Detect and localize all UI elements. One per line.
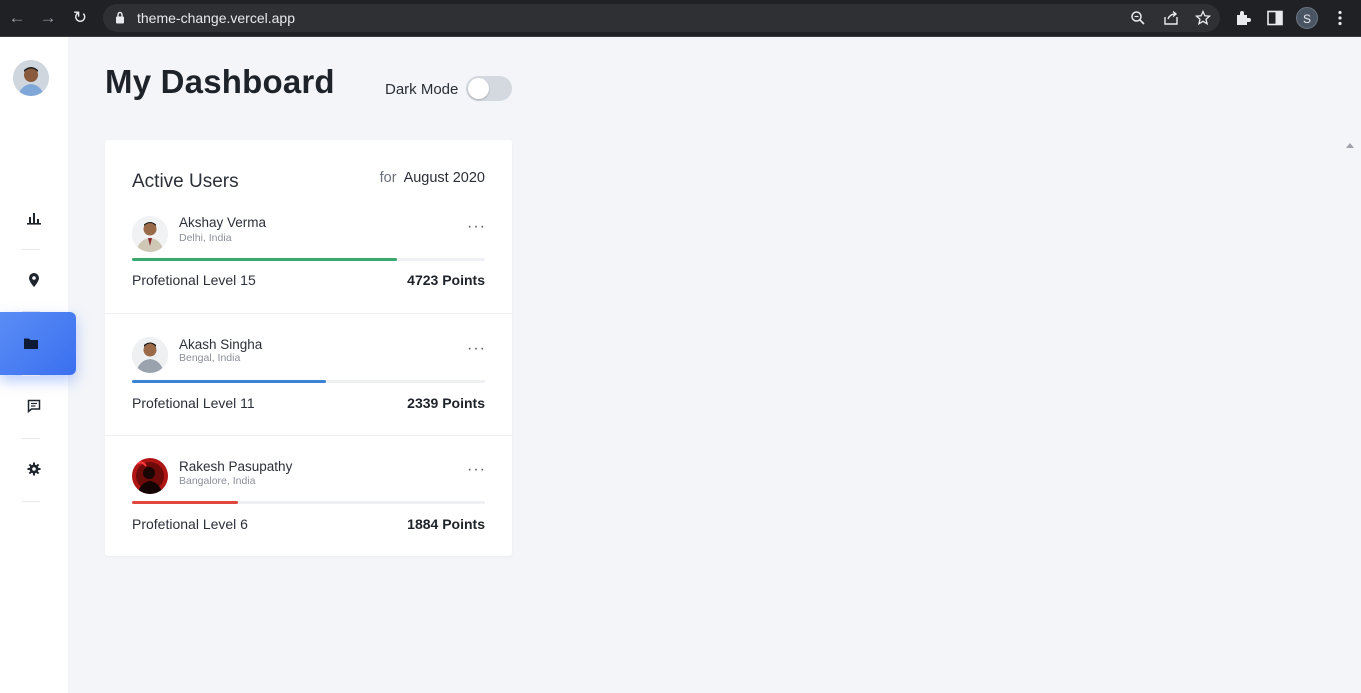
sidebar-divider <box>22 375 40 376</box>
side-panel-icon[interactable] <box>1266 9 1284 27</box>
gear-icon <box>27 462 41 476</box>
dark-mode-label: Dark Mode <box>385 81 459 98</box>
more-options-icon[interactable]: ··· <box>467 340 486 358</box>
sidebar-divider <box>22 249 40 250</box>
url-text: theme-change.vercel.app <box>137 10 295 26</box>
more-options-icon[interactable]: ··· <box>467 218 486 236</box>
user-row: Akshay Verma Delhi, India ··· Profetiona… <box>105 192 512 314</box>
active-users-card: Active Users for August 2020 Akshay Verma… <box>105 140 512 556</box>
sidebar-divider <box>22 501 40 502</box>
sidebar-item-settings[interactable] <box>0 449 68 489</box>
progress-fill <box>132 501 238 504</box>
star-icon[interactable] <box>1195 10 1211 26</box>
user-points: 2339 Points <box>407 395 485 411</box>
progress-bar <box>132 501 485 504</box>
more-options-icon[interactable]: ··· <box>467 461 486 479</box>
sidebar-item-files[interactable] <box>0 312 76 375</box>
profile-avatar[interactable]: S <box>1296 7 1318 29</box>
sidebar-item-location[interactable] <box>0 260 68 300</box>
progress-fill <box>132 380 327 383</box>
user-points: 1884 Points <box>407 516 485 532</box>
reload-icon[interactable]: ↻ <box>71 9 89 27</box>
user-avatar <box>132 216 168 252</box>
back-icon[interactable]: ← <box>8 9 26 27</box>
progress-bar <box>132 380 485 383</box>
user-avatar <box>132 337 168 373</box>
card-title: Active Users <box>132 171 239 192</box>
browser-toolbar: ← → ↻ theme-change.vercel.app S <box>0 0 1361 37</box>
user-name: Akshay Verma <box>179 215 267 230</box>
progress-bar <box>132 258 485 261</box>
user-name: Rakesh Pasupathy <box>179 459 293 474</box>
folder-icon <box>24 338 38 349</box>
user-avatar <box>132 458 168 494</box>
sidebar-item-messages[interactable] <box>0 386 68 426</box>
location-pin-icon <box>29 273 39 287</box>
user-location: Bangalore, India <box>179 475 256 487</box>
user-level: Profetional Level 6 <box>132 516 248 532</box>
sidebar-item-stats[interactable] <box>0 198 68 238</box>
forward-icon[interactable]: → <box>39 9 57 27</box>
chat-icon <box>27 399 41 413</box>
user-name: Akash Singha <box>179 337 263 352</box>
user-row: Rakesh Pasupathy Bangalore, India ··· Pr… <box>105 435 512 557</box>
address-bar[interactable]: theme-change.vercel.app <box>103 4 1220 32</box>
sidebar <box>0 37 76 693</box>
sidebar-divider <box>22 438 40 439</box>
share-icon[interactable] <box>1163 10 1179 26</box>
user-location: Delhi, India <box>179 232 232 244</box>
zoom-icon[interactable] <box>1130 10 1146 26</box>
chart-icon <box>27 213 41 225</box>
user-points: 4723 Points <box>407 272 485 288</box>
user-level: Profetional Level 11 <box>132 395 255 411</box>
toggle-knob <box>468 78 489 99</box>
dark-mode-toggle[interactable] <box>466 76 512 101</box>
user-row: Akash Singha Bengal, India ··· Profetion… <box>105 313 512 435</box>
page-title: My Dashboard <box>105 63 335 100</box>
card-period: for August 2020 <box>380 170 485 186</box>
lock-icon <box>116 11 124 24</box>
progress-fill <box>132 258 397 261</box>
user-avatar[interactable] <box>13 60 49 96</box>
kebab-menu-icon[interactable] <box>1331 9 1349 27</box>
user-level: Profetional Level 15 <box>132 272 256 288</box>
for-label: for <box>379 170 397 186</box>
period-value: August 2020 <box>403 170 485 186</box>
extensions-icon[interactable] <box>1234 9 1252 27</box>
scroll-up-arrow[interactable] <box>1346 143 1354 148</box>
user-location: Bengal, India <box>179 352 241 364</box>
